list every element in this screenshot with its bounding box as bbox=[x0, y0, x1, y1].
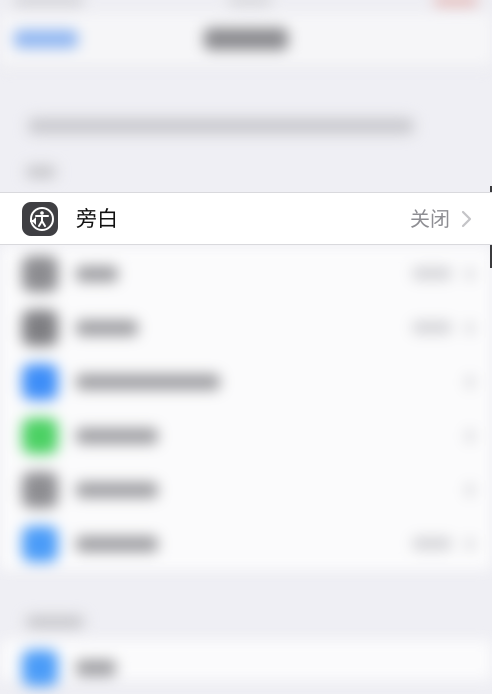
nav-title bbox=[204, 28, 288, 50]
list-item[interactable] bbox=[0, 462, 492, 516]
list-item-label bbox=[76, 660, 116, 676]
settings-list bbox=[0, 640, 492, 686]
status-bar bbox=[0, 0, 492, 14]
chevron-right-icon bbox=[466, 268, 474, 280]
chevron-right-icon bbox=[466, 538, 474, 550]
voiceover-value: 关闭 bbox=[410, 207, 450, 231]
list-item-value bbox=[412, 537, 452, 550]
chevron-right-icon bbox=[466, 430, 474, 442]
settings-list bbox=[0, 246, 492, 570]
battery-icon bbox=[434, 0, 478, 6]
audio-description-icon bbox=[22, 202, 58, 236]
list-item-label bbox=[76, 320, 138, 336]
chevron-right-icon bbox=[461, 210, 472, 228]
app-icon bbox=[22, 310, 58, 346]
app-icon bbox=[22, 526, 58, 562]
chevron-right-icon bbox=[466, 322, 474, 334]
chevron-right-icon bbox=[466, 376, 474, 388]
group-header bbox=[26, 166, 56, 178]
chevron-right-icon bbox=[466, 484, 474, 496]
voiceover-row[interactable]: 旁白 关闭 bbox=[0, 192, 492, 245]
list-item-label bbox=[76, 428, 158, 444]
app-icon bbox=[22, 256, 58, 292]
list-item[interactable] bbox=[0, 246, 492, 300]
voiceover-label: 旁白 bbox=[76, 207, 118, 231]
list-item-label bbox=[76, 536, 158, 552]
list-item[interactable] bbox=[0, 354, 492, 408]
list-item-label bbox=[76, 266, 118, 282]
status-time bbox=[14, 0, 84, 6]
navigation-bar bbox=[0, 14, 492, 67]
list-item-label bbox=[76, 482, 158, 498]
list-item[interactable] bbox=[0, 300, 492, 354]
status-center bbox=[228, 0, 272, 6]
list-item-value bbox=[412, 267, 452, 280]
back-button[interactable] bbox=[14, 30, 78, 48]
app-icon bbox=[22, 418, 58, 454]
app-icon bbox=[22, 364, 58, 400]
section-description bbox=[28, 118, 414, 134]
group-header bbox=[26, 616, 84, 628]
list-item[interactable] bbox=[0, 408, 492, 462]
list-item[interactable] bbox=[0, 640, 492, 694]
list-item[interactable] bbox=[0, 516, 492, 570]
app-icon bbox=[22, 472, 58, 508]
list-item-value bbox=[412, 321, 452, 334]
list-item-label bbox=[76, 374, 220, 390]
app-icon bbox=[22, 650, 58, 686]
